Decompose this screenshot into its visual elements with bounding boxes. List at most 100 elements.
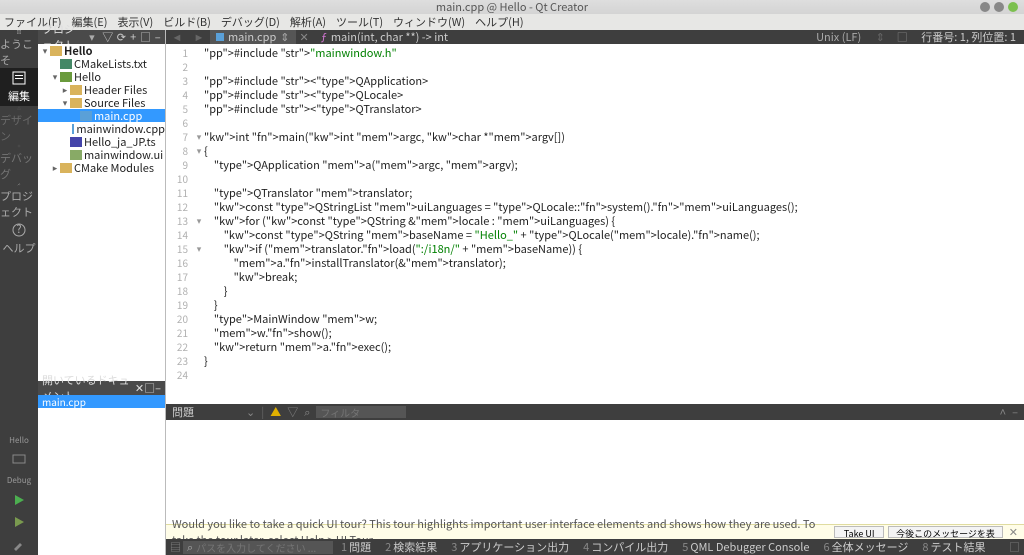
cpp-icon xyxy=(80,111,92,121)
monitor-icon xyxy=(11,452,27,468)
search-icon: ⌕ xyxy=(187,539,193,555)
tree-item[interactable]: ▸CMake Modules xyxy=(38,161,165,174)
project-tree[interactable]: ▾HelloCMakeLists.txt▾Hello▸Header Files▾… xyxy=(38,44,165,381)
mode-welcome[interactable]: ようこそ xyxy=(0,30,38,68)
close-pane-icon[interactable]: ✕ xyxy=(135,380,144,396)
encoding-menu-icon[interactable]: ⇕ xyxy=(869,29,891,45)
ts-icon xyxy=(70,137,82,147)
add-icon[interactable]: + xyxy=(130,32,137,42)
split-pane-icon[interactable]: □ xyxy=(144,380,155,396)
open-docs-list: main.cpp xyxy=(38,395,165,555)
help-icon: ? xyxy=(11,222,27,238)
kit-project[interactable]: Hello xyxy=(0,431,38,449)
collapse-icon[interactable]: – xyxy=(154,32,161,42)
cpp-file-icon xyxy=(216,33,224,41)
back-icon[interactable]: ◄ xyxy=(166,29,188,45)
locator-search[interactable]: ⌕ xyxy=(183,541,333,554)
pane-search[interactable]: 2検索結果 xyxy=(379,539,443,555)
fwd-icon[interactable]: ► xyxy=(188,29,210,45)
folder-icon xyxy=(70,85,82,95)
minimize-pane-icon[interactable]: – xyxy=(155,380,161,396)
menubar: ファイル(F) 編集(E) 表示(V) ビルド(B) デバッグ(D) 解析(A)… xyxy=(0,14,1024,30)
fold-gutter[interactable]: ▾▾▾▾ xyxy=(194,44,204,404)
minimize-icon[interactable] xyxy=(980,2,990,12)
issues-filter-icon[interactable]: ▽ xyxy=(287,404,298,420)
mode-edit[interactable]: 編集 xyxy=(0,68,38,106)
line-ending[interactable]: Unix (LF) xyxy=(808,29,869,45)
tree-label: CMake Modules xyxy=(74,160,154,176)
maximize-icon[interactable] xyxy=(994,2,1004,12)
line-gutter: 123456789101112131415161718192021222324 xyxy=(166,44,194,404)
pane-app-output[interactable]: 3アプリケーション出力 xyxy=(445,539,575,555)
target-icon xyxy=(60,72,72,82)
issues-up-icon[interactable]: ˄ xyxy=(1000,404,1006,420)
window-title: main.cpp @ Hello - Qt Creator xyxy=(436,0,588,15)
pane-compile[interactable]: 4コンパイル出力 xyxy=(577,539,674,555)
window-titlebar: main.cpp @ Hello - Qt Creator xyxy=(0,0,1024,14)
pane-test[interactable]: 8テスト結果 xyxy=(916,539,991,555)
mode-projects[interactable]: プロジェクト xyxy=(0,182,38,220)
tab-close-icon[interactable]: ✕ xyxy=(296,29,313,45)
pane-general[interactable]: 6全体メッセージ xyxy=(818,539,915,555)
issues-min-icon[interactable]: – xyxy=(1012,404,1018,420)
issues-filter-input[interactable] xyxy=(316,406,406,418)
modebar: ようこそ 編集 デザイン デバッグ プロジェクト ? ヘルプ Hello Deb… xyxy=(0,30,38,555)
warning-icon[interactable]: ▲ xyxy=(270,404,281,420)
split-icon[interactable]: □ xyxy=(140,32,150,42)
locator-input[interactable] xyxy=(196,540,329,555)
cpp-icon xyxy=(72,124,74,134)
editor-tab-label: main.cpp xyxy=(228,29,276,45)
menu-analyze[interactable]: 解析(A) xyxy=(290,14,326,30)
editor-tabbar: ◄ ► main.cpp ⇕ ✕ ƒ main(int, char **) ->… xyxy=(166,30,1024,44)
mode-debug[interactable]: デバッグ xyxy=(0,144,38,182)
wrench-icon xyxy=(11,182,27,186)
dismiss-tour-button[interactable]: 今後このメッセージを表示しない xyxy=(888,526,1003,538)
filter-icon[interactable]: ▽ xyxy=(103,32,113,42)
build-button[interactable] xyxy=(0,533,38,555)
cursor-position[interactable]: 行番号: 1, 列位置: 1 xyxy=(913,29,1024,45)
search-icon: ⌕ xyxy=(304,404,310,420)
output-close-icon[interactable]: □ xyxy=(1009,539,1020,555)
take-tour-button[interactable]: Take UI Tour xyxy=(834,526,884,538)
menu-view[interactable]: 表示(V) xyxy=(117,14,153,30)
editor-tab[interactable]: main.cpp ⇕ xyxy=(210,30,296,44)
close-icon[interactable] xyxy=(1008,2,1018,12)
grid-icon xyxy=(11,30,27,34)
code-editor[interactable]: 123456789101112131415161718192021222324 … xyxy=(166,44,1024,404)
issues-header: 問題 ⌄ | ▲ ▽ ⌕ ˄ – xyxy=(166,404,1024,420)
issues-pane: 問題 ⌄ | ▲ ▽ ⌕ ˄ – xyxy=(166,404,1024,524)
design-icon xyxy=(11,106,27,110)
code-content[interactable]: "pp">#include "str">"mainwindow.h" "pp">… xyxy=(204,44,1024,404)
menu-tools[interactable]: ツール(T) xyxy=(336,14,383,30)
editor-area: ◄ ► main.cpp ⇕ ✕ ƒ main(int, char **) ->… xyxy=(166,30,1024,555)
menu-window[interactable]: ウィンドウ(W) xyxy=(393,14,465,30)
cmake-icon xyxy=(60,59,72,69)
mode-help[interactable]: ? ヘルプ xyxy=(0,220,38,258)
open-doc-item[interactable]: main.cpp xyxy=(38,395,165,408)
symbol-crumb[interactable]: ƒ main(int, char **) -> int xyxy=(313,29,456,45)
output-selector-bar: ▤ ⌕ 1問題 2検索結果 3アプリケーション出力 4コンパイル出力 5QML … xyxy=(166,539,1024,555)
run-debug-button[interactable] xyxy=(0,511,38,533)
locator-menu-icon[interactable]: ▤ xyxy=(170,539,181,555)
project-pane-header: プロジェクト ▾ ▽ ⟳ + □ – xyxy=(38,30,165,44)
ui-icon xyxy=(70,150,82,160)
split-editor-icon[interactable]: □ xyxy=(891,29,913,45)
kit-config: Debug xyxy=(0,471,38,489)
menu-help[interactable]: ヘルプ(H) xyxy=(475,14,523,30)
tour-close-icon[interactable]: ✕ xyxy=(1009,524,1018,540)
edit-icon xyxy=(11,70,27,86)
run-button[interactable] xyxy=(0,489,38,511)
menu-debug[interactable]: デバッグ(D) xyxy=(221,14,280,30)
open-docs-header: 開いているドキュメント ✕ □ – xyxy=(38,381,165,395)
folder-icon xyxy=(50,46,62,56)
menu-build[interactable]: ビルド(B) xyxy=(163,14,211,30)
sync-icon[interactable]: ⟳ xyxy=(117,32,126,42)
kit-selector[interactable] xyxy=(0,449,38,471)
pane-qml-debug[interactable]: 5QML Debugger Console xyxy=(676,539,815,555)
issues-clear-icon[interactable]: ⌄ xyxy=(246,404,255,420)
pane-issues[interactable]: 1問題 xyxy=(335,539,377,555)
folder-icon xyxy=(70,98,82,108)
tree-item[interactable]: CMakeLists.txt xyxy=(38,57,165,70)
bug-icon xyxy=(11,144,27,148)
mode-design[interactable]: デザイン xyxy=(0,106,38,144)
